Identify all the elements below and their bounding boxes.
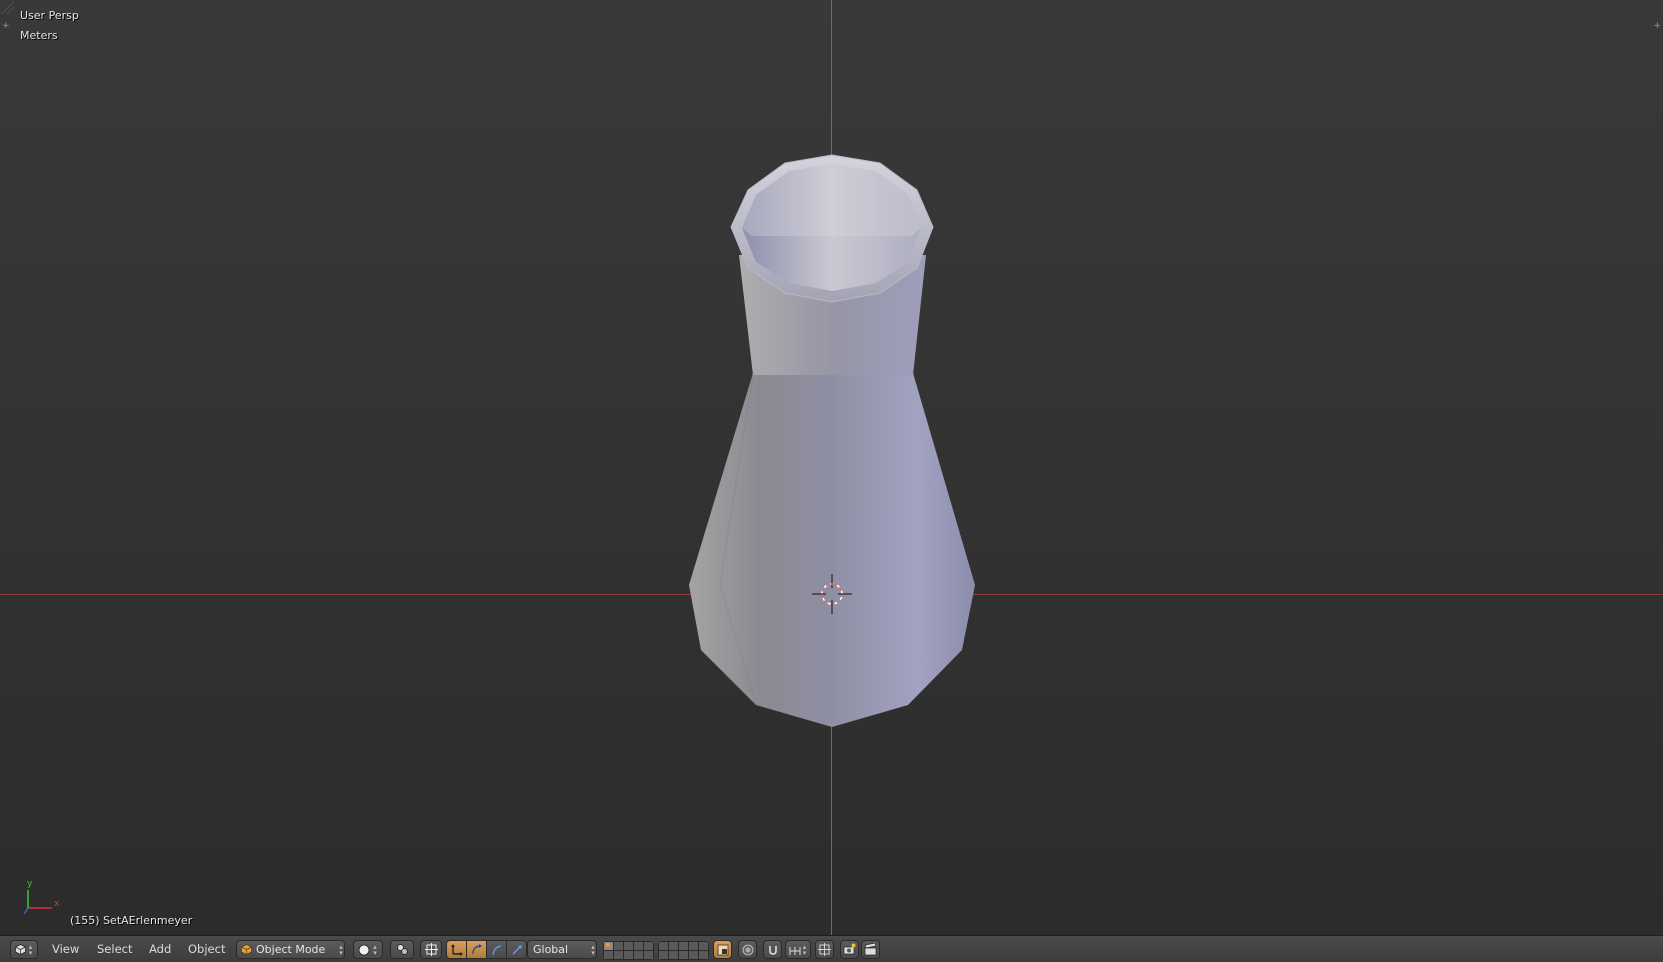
layer-button[interactable] (689, 942, 698, 950)
layer-lock-icon (717, 944, 728, 955)
pivot-point-selector[interactable] (390, 940, 414, 959)
cube-icon (241, 944, 252, 955)
snap-target-button[interactable] (815, 940, 834, 959)
clapperboard-icon (864, 943, 877, 956)
layers-group-2[interactable] (658, 941, 709, 960)
manipulator-toggle-icon (424, 943, 438, 956)
pivot-point-icon (396, 944, 408, 955)
flask-body (689, 373, 975, 727)
translate-icon (450, 943, 463, 956)
translate-manipulator-button[interactable] (447, 941, 467, 958)
manipulator-type-group (446, 940, 527, 959)
updown-arrows-icon: ▴ ▾ (373, 942, 377, 957)
snap-target-icon (818, 943, 831, 956)
camera-icon (843, 943, 856, 955)
layer-button[interactable] (614, 951, 623, 959)
region-toggle-right-icon[interactable]: + (1653, 22, 1661, 31)
manipulator-toggle-button[interactable] (420, 940, 442, 959)
transform-orientation-selector[interactable]: Global ▴ ▾ (527, 940, 597, 959)
layer-button[interactable] (614, 942, 623, 950)
rotate-icon (471, 943, 482, 954)
snap-increment-icon (789, 946, 800, 955)
normal-manipulator-button[interactable] (507, 941, 526, 958)
erlenmeyer-flask-model[interactable] (0, 0, 1663, 935)
object-info-label: (155) SetAErlenmeyer (70, 914, 193, 927)
editor-type-selector[interactable]: ▴ ▾ (10, 940, 38, 959)
layer-button[interactable] (659, 942, 668, 950)
rotate-manipulator-button[interactable] (467, 941, 487, 958)
menu-select[interactable]: Select (93, 940, 136, 959)
layer-button[interactable] (679, 942, 688, 950)
3d-viewport[interactable]: User Persp Meters + + x y (155) SetAErle… (0, 0, 1663, 935)
scale-icon (491, 944, 501, 955)
updown-arrows-icon: ▴ ▾ (591, 942, 595, 957)
layer-button[interactable] (699, 942, 708, 950)
mode-selector[interactable]: Object Mode ▴ ▾ (236, 940, 345, 959)
layer-button[interactable] (634, 951, 643, 959)
lock-camera-layers-button[interactable] (713, 940, 732, 959)
layer-button[interactable] (669, 942, 678, 950)
menu-add[interactable]: Add (145, 940, 175, 959)
units-label: Meters (20, 29, 58, 42)
mode-label: Object Mode (256, 943, 326, 956)
proportional-edit-button[interactable] (738, 940, 757, 959)
layer-button[interactable] (644, 942, 653, 950)
layer-button[interactable] (634, 942, 643, 950)
layer-button[interactable] (604, 951, 613, 959)
snap-toggle-button[interactable] (763, 940, 782, 959)
menu-object[interactable]: Object (184, 940, 229, 959)
gizmo-x-label: x (54, 899, 60, 909)
layer-button[interactable] (604, 942, 613, 950)
layer-button[interactable] (689, 951, 698, 959)
layer-button[interactable] (624, 951, 633, 959)
menu-view[interactable]: View (48, 940, 83, 959)
3d-view-icon (14, 944, 26, 955)
proportional-edit-icon (742, 944, 753, 955)
magnet-icon (768, 945, 777, 955)
gizmo-y-label: y (27, 879, 33, 889)
layer-button[interactable] (699, 951, 708, 959)
axis-gizmo: x y (23, 879, 60, 915)
region-toggle-left-icon[interactable]: + (2, 22, 10, 31)
layer-button[interactable] (669, 951, 678, 959)
scale-manipulator-button[interactable] (487, 941, 507, 958)
arrow-icon (512, 944, 522, 954)
layer-button[interactable] (624, 942, 633, 950)
layers-group-1[interactable] (603, 941, 654, 960)
updown-arrows-icon: ▴ ▾ (802, 942, 807, 957)
updown-arrows-icon: ▴ ▾ (339, 942, 343, 957)
layer-button[interactable] (644, 951, 653, 959)
layer-button[interactable] (659, 951, 668, 959)
opengl-render-image-button[interactable] (840, 940, 859, 959)
view-name-label: User Persp (20, 9, 79, 22)
layer-button[interactable] (679, 951, 688, 959)
solid-sphere-icon (358, 944, 370, 955)
opengl-render-animation-button[interactable] (861, 940, 880, 959)
viewport-shading-selector[interactable]: ▴ ▾ (353, 940, 383, 959)
updown-arrows-icon: ▴ ▾ (28, 942, 33, 957)
transform-orientation-label: Global (533, 943, 569, 956)
3d-view-header: ▴ ▾ View Select Add Object Object Mode ▴ ▾… (0, 935, 1663, 962)
snap-element-selector[interactable]: ▴ ▾ (785, 940, 811, 959)
